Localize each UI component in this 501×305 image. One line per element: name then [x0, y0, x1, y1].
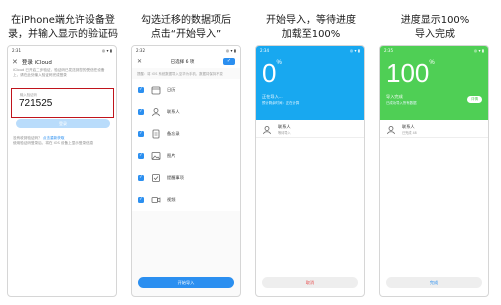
memo-icon	[151, 129, 161, 139]
import-substatus: 已成功导入所有数据	[386, 101, 417, 105]
login-info-text: iCloud 已开启二步验证，验证码已发送到您的受信任设备上，请在此处输入验证码…	[13, 68, 105, 77]
close-icon[interactable]: ✕	[137, 58, 142, 65]
code-hint: 输入验证码	[20, 93, 37, 97]
progress-value: 100	[386, 58, 430, 88]
progress-header: 2:35 ◎ ▾ ▮ 100% 导入完成 已成功导入所有数据 详情	[380, 46, 488, 120]
status-bar: 2:35 ◎ ▾ ▮	[380, 46, 488, 55]
item-label: 日历	[167, 87, 176, 92]
caption-line: 加载至100%	[281, 29, 341, 40]
contact-icon	[386, 125, 396, 135]
resend-link[interactable]: 点击重新获取	[43, 136, 65, 140]
select-header: ✕ 已选择 6 项 ✓	[132, 55, 240, 68]
image-icon	[151, 151, 161, 161]
login-button[interactable]: 登录	[16, 119, 110, 128]
caption-line: 开始导入，等待进度	[266, 15, 356, 26]
checkbox-checked[interactable]: ✓	[138, 131, 144, 137]
resend-label: 没有收到验证码？	[13, 136, 42, 140]
item-text: 联系人 已完成 48	[402, 124, 417, 135]
status-time: 2:31	[12, 48, 21, 53]
caption-line: 录，并输入显示的验证码	[8, 29, 118, 40]
checkbox-checked[interactable]: ✓	[138, 197, 144, 203]
video-icon	[151, 195, 161, 205]
verification-code-value: 721525	[19, 98, 53, 109]
checkbox-checked[interactable]: ✓	[138, 153, 144, 159]
item-label: 视频	[167, 197, 176, 202]
status-time: 2:34	[260, 48, 269, 53]
phone-importing-screen: 2:34 ◎ ▾ ▮ 0% 正在导入... 预计剩余时间：正在计算 联系人 等待…	[255, 45, 365, 297]
caption-line: 在iPhone端允许设备登	[11, 15, 115, 26]
status-icons: ◎ ▾ ▮	[473, 48, 484, 53]
status-bar: 2:31 ◎ ▾ ▮	[8, 46, 116, 55]
checkbox-checked[interactable]: ✓	[138, 175, 144, 181]
close-icon[interactable]: ✕	[12, 58, 18, 66]
status-icons: ◎ ▾ ▮	[225, 48, 236, 53]
item-label: 联系人	[167, 109, 180, 114]
login-header: ✕ 登录 iCloud	[8, 55, 116, 68]
progress-readout: 100%	[386, 60, 435, 87]
confirm-check-button[interactable]: ✓	[222, 58, 235, 65]
reminder-icon	[151, 173, 161, 183]
list-item[interactable]: ✓ 提醒事项	[132, 167, 240, 189]
percent-sign: %	[276, 60, 282, 66]
list-item[interactable]: ✓ 备忘录	[132, 123, 240, 145]
list-item[interactable]: ✓ 日历	[132, 79, 240, 101]
status-bar: 2:34 ◎ ▾ ▮	[256, 46, 364, 55]
cancel-button[interactable]: 取消	[262, 277, 358, 288]
login-footnote: 使用验证码登录后，将在 iOS 设备上显示登录信息	[13, 141, 94, 145]
checkbox-checked[interactable]: ✓	[138, 87, 144, 93]
progress-readout: 0%	[262, 60, 282, 87]
finish-button[interactable]: 完成	[386, 277, 482, 288]
status-time: 2:35	[384, 48, 393, 53]
item-status: 等待导入	[278, 131, 291, 135]
status-time: 2:32	[136, 48, 145, 53]
import-substatus: 预计剩余时间：正在计算	[262, 101, 300, 105]
list-item[interactable]: ✓ 视频	[132, 189, 240, 211]
status-icons: ◎ ▾ ▮	[101, 48, 112, 53]
select-note: 提醒：将 iOS 系统数据导入至华为手机，数据将保持不变	[137, 72, 223, 76]
verification-code-field[interactable]: 输入验证码 721525	[11, 88, 114, 118]
list-item[interactable]: ✓ 联系人	[132, 101, 240, 123]
step3-caption: 开始导入，等待进度 加载至100%	[256, 14, 366, 42]
phone-complete-screen: 2:35 ◎ ▾ ▮ 100% 导入完成 已成功导入所有数据 详情 联系人 已完…	[379, 45, 489, 297]
progress-value: 0	[262, 58, 277, 88]
item-label: 提醒事项	[167, 175, 184, 180]
step4-caption: 进度显示100% 导入完成	[380, 14, 490, 42]
calendar-icon	[151, 85, 161, 95]
caption-line: 勾选迁移的数据项后	[141, 15, 231, 26]
login-title: 登录 iCloud	[21, 59, 52, 66]
item-text: 联系人 等待导入	[278, 124, 291, 135]
step2-caption: 勾选迁移的数据项后 点击“开始导入”	[131, 14, 241, 42]
list-item[interactable]: ✓ 图片	[132, 145, 240, 167]
status-icons: ◎ ▾ ▮	[349, 48, 360, 53]
start-import-button[interactable]: 开始导入	[138, 277, 234, 288]
details-button[interactable]: 详情	[467, 96, 482, 103]
phone-login-screen: 2:31 ◎ ▾ ▮ ✕ 登录 iCloud iCloud 已开启二步验证，验证…	[7, 45, 117, 297]
login-footer: 没有收到验证码？ 点击重新获取 使用验证码登录后，将在 iOS 设备上显示登录信…	[8, 136, 116, 146]
contact-icon	[151, 107, 161, 117]
contact-icon	[262, 125, 272, 135]
status-bar: 2:32 ◎ ▾ ▮	[132, 46, 240, 55]
list-item: 联系人 已完成 48	[380, 122, 488, 138]
progress-header: 2:34 ◎ ▾ ▮ 0% 正在导入... 预计剩余时间：正在计算	[256, 46, 364, 120]
item-label: 备忘录	[167, 131, 180, 136]
caption-line: 点击“开始导入”	[150, 29, 222, 40]
phone-select-screen: 2:32 ◎ ▾ ▮ ✕ 已选择 6 项 ✓ 提醒：将 iOS 系统数据导入至华…	[131, 45, 241, 297]
list-item: 联系人 等待导入	[256, 122, 364, 138]
caption-line: 导入完成	[415, 29, 455, 40]
select-title: 已选择 6 项	[170, 59, 195, 65]
step1-caption: 在iPhone端允许设备登 录，并输入显示的验证码	[8, 14, 118, 42]
checkbox-checked[interactable]: ✓	[138, 109, 144, 115]
item-status: 已完成 48	[402, 131, 417, 135]
percent-sign: %	[429, 60, 435, 66]
item-label: 图片	[167, 153, 176, 158]
caption-line: 进度显示100%	[400, 15, 470, 26]
